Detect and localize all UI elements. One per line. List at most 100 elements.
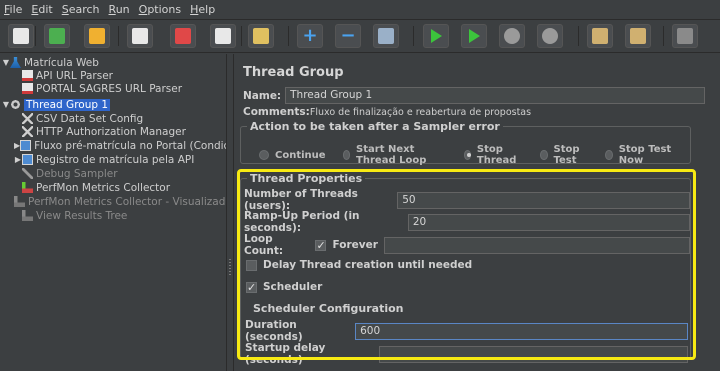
tree-node[interactable]: PORTAL SAGRES URL Parser	[0, 82, 226, 95]
controller-icon	[22, 154, 33, 165]
scheduler-check-box[interactable]: ✓	[246, 281, 257, 293]
tree-node[interactable]: HTTP Authorization Manager	[0, 125, 226, 138]
toolbar-separator	[663, 26, 664, 46]
tree-node[interactable]: API URL Parser	[0, 69, 226, 82]
collapse-button[interactable]: −	[335, 24, 361, 48]
tree-node[interactable]: ▶Fluxo pré-matrícula no Portal (Condicio…	[0, 139, 226, 152]
delay-check-box[interactable]	[246, 259, 257, 271]
menu-mnemonic: S	[61, 3, 69, 16]
radio-option[interactable]: Stop Thread	[463, 144, 524, 166]
tree-node[interactable]: ▶ Registro de matrícula pela API	[0, 153, 226, 166]
menu-label: ile	[9, 3, 23, 16]
search-button[interactable]	[672, 24, 698, 48]
start-button[interactable]	[423, 24, 449, 48]
scheduler-label: Scheduler	[263, 281, 323, 293]
clear-all-button[interactable]	[625, 24, 651, 48]
radio-unselected-icon[interactable]	[540, 150, 548, 160]
chart-icon	[22, 210, 33, 221]
name-input[interactable]: Thread Group 1	[285, 87, 706, 104]
toggle-button[interactable]	[373, 24, 399, 48]
tree-node[interactable]: PerfMon Metrics Collector - Visualizador	[0, 195, 226, 208]
rampup-label: Ramp-Up Period (in seconds):	[244, 210, 360, 234]
forever-checkbox[interactable]: ✓ Forever	[315, 239, 378, 251]
sampler-error-radios: Continue Start Next Thread Loop Stop Threa…	[259, 144, 690, 166]
menu-item[interactable]: Search	[62, 3, 100, 16]
tree-node-label: PORTAL SAGRES URL Parser	[36, 82, 183, 95]
start-no-pauses-button[interactable]	[461, 24, 487, 48]
tree-node-label: View Results Tree	[36, 209, 128, 222]
menu-item[interactable]: Options	[139, 3, 181, 16]
tree-node-label: API URL Parser	[36, 69, 113, 82]
new-button[interactable]	[8, 24, 34, 48]
save-button[interactable]	[127, 24, 153, 48]
menu-label: ptions	[147, 3, 182, 16]
config-icon	[22, 126, 33, 137]
expanded-caret-icon[interactable]: ▼	[2, 58, 10, 67]
comments-value[interactable]: Fluxo de finalização e reabertura de pro…	[310, 107, 531, 118]
tree-node[interactable]: ▼ Thread Group 1	[0, 98, 226, 111]
expand-button[interactable]: +	[297, 24, 323, 48]
radio-option[interactable]: Continue	[259, 150, 326, 161]
menu-item[interactable]: Edit	[31, 3, 52, 16]
tree-node-label: PerfMon Metrics Collector	[36, 181, 171, 194]
open-button[interactable]	[84, 24, 110, 48]
forever-check-box[interactable]: ✓	[315, 239, 327, 251]
stop-button[interactable]	[499, 24, 525, 48]
templates-icon	[49, 28, 65, 44]
tree-node[interactable]: PerfMon Metrics Collector	[0, 181, 226, 194]
chart-icon	[14, 196, 25, 207]
rampup-input[interactable]: 20	[407, 213, 690, 231]
toolbar-separator	[35, 26, 36, 46]
sampler-icon	[22, 83, 33, 94]
toolbar: + −	[0, 20, 720, 53]
menu-item[interactable]: File	[4, 3, 22, 16]
radio-label: Stop Test	[553, 144, 580, 166]
threads-input[interactable]: 50	[397, 191, 690, 209]
collapsed-caret-icon[interactable]: ▶	[14, 155, 22, 164]
delay-row: Delay Thread creation until needed	[246, 259, 472, 271]
startup-delay-row: Startup delay (seconds)	[245, 342, 688, 366]
duration-row: Duration (seconds) 600	[245, 319, 688, 343]
loop-count-input[interactable]	[383, 236, 690, 254]
tree-node-label: CSV Data Set Config	[36, 112, 144, 125]
tree-node-label: Thread Group 1	[24, 98, 111, 111]
menu-label: dit	[38, 3, 53, 16]
menu-mnemonic: O	[138, 3, 148, 16]
panel-splitter[interactable]	[226, 54, 234, 371]
copy-button[interactable]	[210, 24, 236, 48]
comments-label: Comments:	[243, 106, 310, 118]
thread-properties-legend: Thread Properties	[247, 172, 366, 185]
splitter-grip[interactable]	[229, 259, 231, 275]
radio-option[interactable]: Stop Test Now	[605, 144, 673, 166]
tree-node[interactable]: View Results Tree	[0, 209, 226, 222]
expanded-caret-icon[interactable]: ▼	[2, 100, 10, 109]
stop-icon	[504, 28, 520, 44]
scheduler-checkbox[interactable]: ✓ Scheduler	[246, 281, 322, 293]
clear-button[interactable]	[587, 24, 613, 48]
tree-node[interactable]: CSV Data Set Config	[0, 112, 226, 125]
startup-delay-input[interactable]	[379, 345, 688, 363]
paste-button[interactable]	[248, 24, 274, 48]
radio-unselected-icon[interactable]	[259, 150, 269, 160]
new-icon	[13, 28, 29, 44]
tree-node-label: PerfMon Metrics Collector - Visualizador	[28, 195, 226, 208]
debug-icon	[22, 168, 33, 179]
duration-input[interactable]: 600	[355, 322, 688, 340]
tree-node[interactable]: Debug Sampler	[0, 167, 226, 180]
toolbar-separator	[241, 26, 242, 46]
radio-unselected-icon[interactable]	[342, 150, 351, 160]
radio-option[interactable]: Stop Test	[540, 144, 588, 166]
menu-item[interactable]: Help	[190, 3, 215, 16]
threads-label: Number of Threads (users):	[244, 188, 358, 212]
menu-item[interactable]: Run	[109, 3, 130, 16]
tree-node[interactable]: ▼ Matrícula Web	[0, 56, 226, 69]
cut-button[interactable]	[170, 24, 196, 48]
threads-row: Number of Threads (users): 50	[244, 188, 690, 212]
delay-thread-checkbox[interactable]: Delay Thread creation until needed	[246, 259, 472, 271]
shutdown-button[interactable]	[537, 24, 563, 48]
templates-button[interactable]	[44, 24, 70, 48]
radio-option[interactable]: Start Next Thread Loop	[342, 144, 447, 166]
radio-unselected-icon[interactable]	[605, 150, 613, 160]
radio-selected-icon[interactable]	[463, 150, 471, 160]
tree-node-label: Fluxo pré-matrícula no Portal (Condicion…	[34, 139, 226, 152]
